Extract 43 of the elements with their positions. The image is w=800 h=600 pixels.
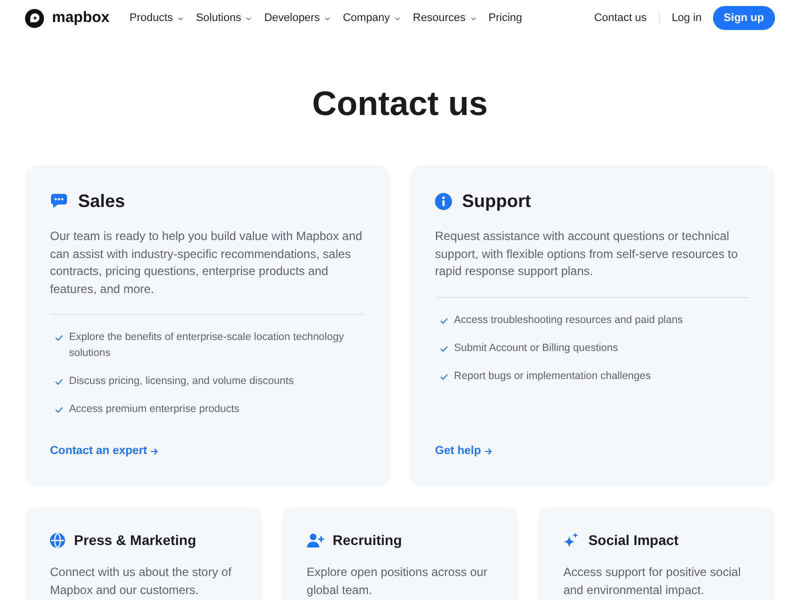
- card-title: Support: [462, 190, 531, 213]
- check-icon: [55, 335, 63, 341]
- card-description: Request assistance with account questions or technical support, with flexible options from self-serve resources to rapid response support plans.: [435, 228, 739, 280]
- feature-text: Report bugs or implementation challenges: [454, 368, 651, 384]
- nav-menu-item[interactable]: Resources: [412, 10, 476, 26]
- chat-bubble-icon: [50, 193, 68, 209]
- feature-text: Access premium enterprise products: [69, 402, 240, 417]
- page-title: Contact us: [311, 84, 489, 124]
- nav-menu-item[interactable]: Developers: [264, 10, 330, 26]
- card-link[interactable]: Get help: [435, 442, 492, 460]
- info-icon: [435, 192, 452, 210]
- nav-menu-item[interactable]: Pricing: [488, 10, 522, 26]
- card-description: Explore open positions across our global team.: [306, 564, 488, 599]
- check-icon: [55, 407, 63, 413]
- login-link[interactable]: Log in: [672, 10, 702, 26]
- card-title: Sales: [78, 190, 126, 213]
- card-title: Social Impact: [588, 531, 679, 550]
- contact-link[interactable]: Contact us: [594, 10, 647, 26]
- feature-text: Submit Account or Billing questions: [454, 340, 618, 356]
- check-icon: [440, 374, 448, 380]
- card-title: Recruiting: [332, 531, 402, 550]
- check-icon: [440, 318, 448, 324]
- user-plus-icon: [306, 532, 324, 548]
- card-link[interactable]: Contact an expert: [50, 442, 158, 460]
- feature-text: Discuss pricing, licensing, and volume discounts: [69, 374, 294, 389]
- arrow-right-icon: [151, 448, 158, 454]
- feature-text: Access troubleshooting resources and paid plans: [454, 312, 683, 328]
- nav-menu-item[interactable]: Solutions: [196, 10, 252, 26]
- logo-icon: [25, 8, 44, 28]
- check-icon: [55, 379, 63, 385]
- card-description: Connect with us about the story of Mapbox and our customers.: [50, 564, 232, 599]
- card-description: Our team is ready to help you build value with Mapbox and can assist with industry-specific recommendations, sales contracts, pricing questions, enterprise products and features, and more.: [50, 228, 364, 298]
- nav-menu-item[interactable]: Company: [342, 10, 400, 26]
- feature-text: Explore the benefits of enterprise-scale location technology solutions: [69, 330, 345, 361]
- arrow-right-icon: [485, 448, 492, 454]
- globe-icon: [50, 532, 65, 548]
- check-icon: [440, 346, 448, 352]
- nav-menu-item[interactable]: Products: [130, 10, 183, 26]
- signup-button[interactable]: Sign up: [712, 6, 775, 30]
- sparkle-icon: [563, 532, 580, 548]
- logo-link[interactable]: mapbox: [25, 6, 110, 30]
- card-description: Access support for positive social and environmental impact.: [563, 564, 742, 599]
- card-title: Press & Marketing: [74, 531, 196, 550]
